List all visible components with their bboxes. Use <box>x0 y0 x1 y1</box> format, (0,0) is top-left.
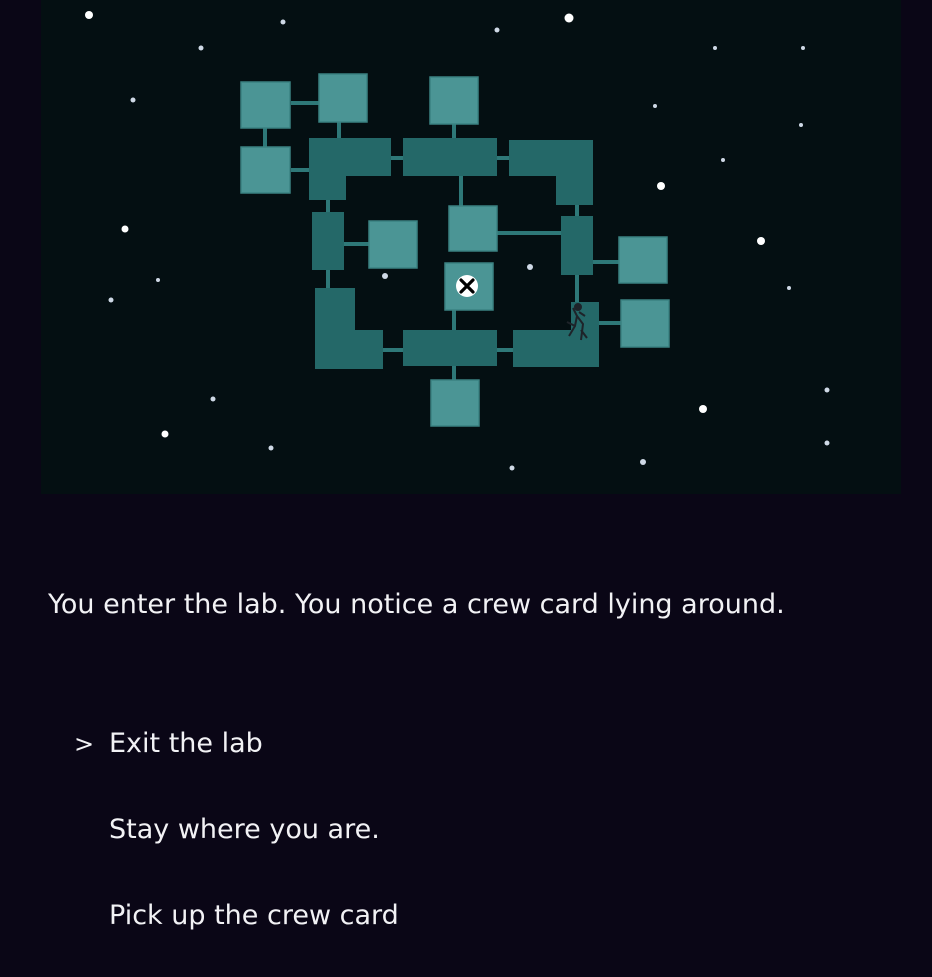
close-x-icon <box>456 275 478 297</box>
ship-map <box>85 11 830 471</box>
choice-pick-up-crew-card[interactable]: Pick up the crew card <box>0 894 600 938</box>
choice-label: Exit the lab <box>109 728 263 759</box>
choice-label: Pick up the crew card <box>109 900 399 931</box>
choice-stay[interactable]: Stay where you are. <box>0 808 600 852</box>
ship-map-panel <box>41 0 901 494</box>
selection-caret: > <box>74 730 95 758</box>
choice-exit-lab[interactable]: > Exit the lab <box>0 722 600 766</box>
map-corridors <box>309 138 599 369</box>
choice-label: Stay where you are. <box>109 814 380 845</box>
narrative-text: You enter the lab. You notice a crew car… <box>48 589 785 620</box>
